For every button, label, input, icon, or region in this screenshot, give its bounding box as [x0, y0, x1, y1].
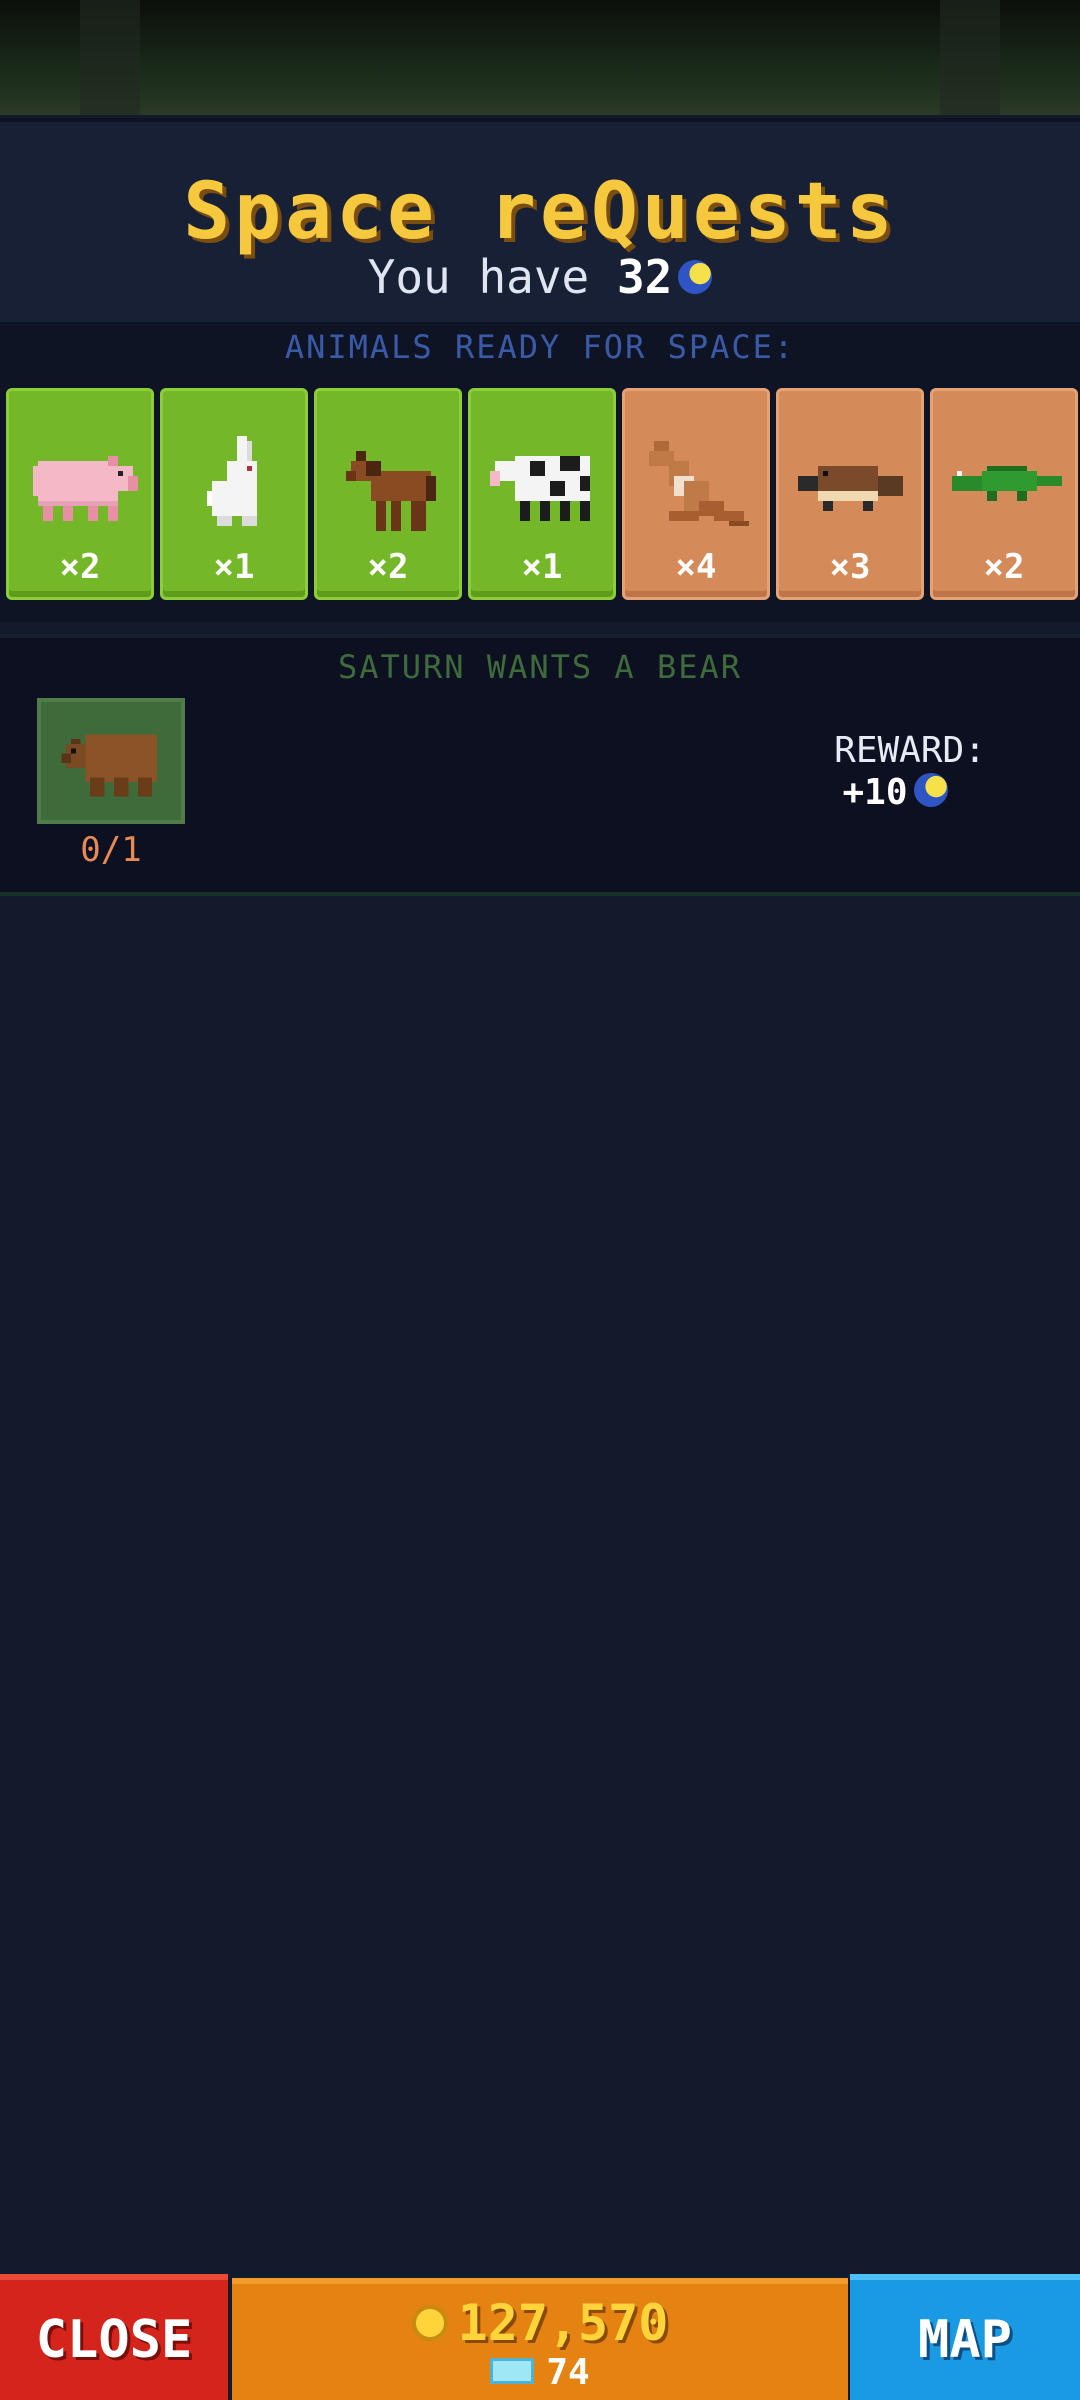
moon-coin-icon	[913, 773, 948, 807]
animal-cards-row: ×2 ×1 ×2 ×1 ×4 ×3 ×2	[6, 388, 1080, 602]
kangaroo-icon	[649, 441, 749, 526]
animal-count: ×3	[829, 547, 871, 587]
animal-count: ×4	[675, 547, 717, 587]
bottom-bar: CLOSE 127,570 74 MAP	[0, 2274, 1080, 2400]
animal-card-pig[interactable]: ×2	[6, 388, 154, 600]
requests-header: Space reQuests You have 32	[0, 118, 1080, 326]
rabbit-icon	[207, 436, 257, 526]
bear-icon	[61, 734, 157, 797]
reward-value: +10	[800, 772, 990, 813]
reward-label: REWARD:	[834, 730, 986, 771]
moon-coin-icon	[678, 259, 713, 294]
close-button[interactable]: CLOSE	[0, 2274, 228, 2400]
quest-title: SATURN WANTS A BEAR	[337, 648, 743, 686]
map-button[interactable]: MAP	[850, 2274, 1080, 2400]
animal-card-kangaroo[interactable]: ×4	[622, 388, 770, 600]
coin-balance: 127,570	[232, 2294, 848, 2352]
animal-count: ×2	[59, 547, 101, 587]
animal-count: ×1	[521, 547, 563, 587]
quest-progress: 0/1	[80, 830, 142, 870]
animal-card-cow[interactable]: ×1	[468, 388, 616, 600]
animal-count: ×2	[367, 547, 409, 587]
gem-balance: 74	[232, 2352, 848, 2393]
moon-coin-count: 32	[616, 250, 673, 304]
platypus-icon	[798, 466, 903, 511]
page-title: Space reQuests	[183, 167, 897, 257]
horse-icon	[346, 451, 436, 531]
animals-ready-label: ANIMALS READY FOR SPACE:	[284, 328, 796, 366]
cow-icon	[490, 456, 590, 521]
animal-card-platypus[interactable]: ×3	[776, 388, 924, 600]
coin-icon	[411, 2304, 448, 2341]
currency-display: 127,570 74	[232, 2278, 848, 2400]
animal-count: ×2	[983, 547, 1025, 587]
animal-count: ×1	[213, 547, 255, 587]
crocodile-icon	[952, 466, 1062, 501]
quest-animal-slot[interactable]	[37, 698, 185, 824]
animal-card-rabbit[interactable]: ×1	[160, 388, 308, 600]
moon-coin-balance: You have 32	[0, 250, 1080, 304]
animal-card-horse[interactable]: ×2	[314, 388, 462, 600]
ticket-icon	[490, 2358, 535, 2384]
pig-icon	[33, 456, 138, 521]
animal-card-crocodile[interactable]: ×2	[930, 388, 1078, 600]
game-scene-strip	[0, 0, 1080, 115]
